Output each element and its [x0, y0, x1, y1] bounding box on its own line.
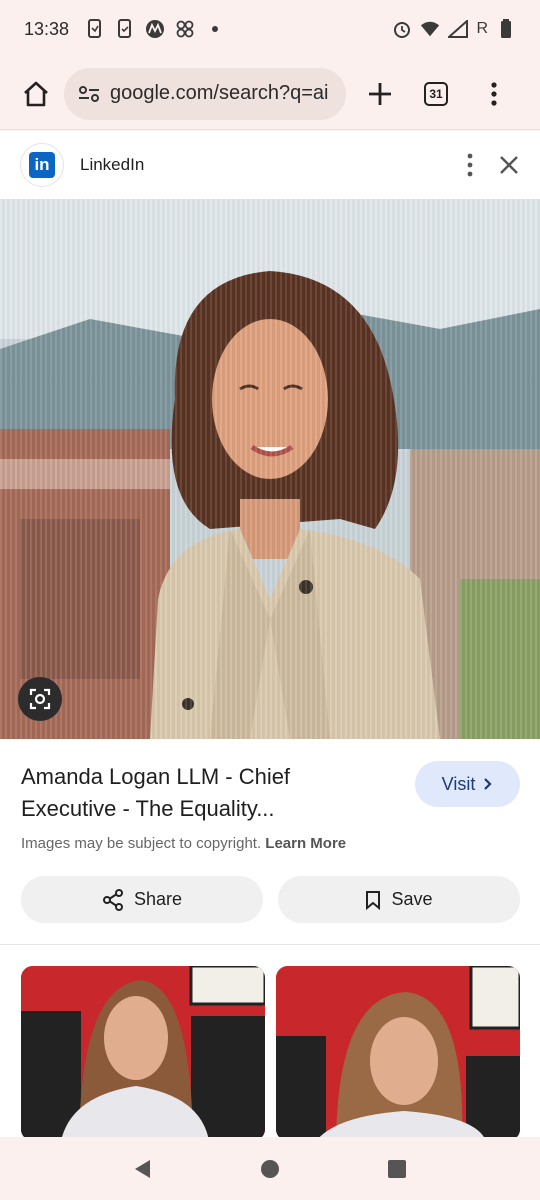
wifi-icon [420, 19, 440, 39]
phone-check-icon [115, 19, 135, 39]
browser-toolbar: google.com/search?q=ai 31 [0, 58, 540, 130]
recents-icon[interactable] [386, 1158, 408, 1180]
system-icons: R [392, 19, 516, 39]
copyright-notice: Images may be subject to copyright. Lear… [21, 835, 346, 852]
panel-actions [466, 153, 520, 177]
copyright-text: Images may be subject to copyright. [21, 835, 262, 852]
related-photo [21, 966, 265, 1141]
lens-icon [29, 688, 51, 710]
status-bar: 13:38 R [0, 0, 540, 58]
share-icon [102, 888, 123, 911]
tab-count: 31 [424, 81, 448, 106]
motorola-icon [145, 19, 165, 39]
battery-icon [496, 19, 516, 39]
image-panel-header: in LinkedIn [0, 131, 540, 199]
more-vert-icon [491, 81, 497, 106]
system-nav-bar [0, 1137, 540, 1200]
image-texture [0, 199, 540, 739]
address-bar[interactable]: google.com/search?q=ai [64, 67, 346, 120]
phone-sync-icon [85, 19, 105, 39]
carrier-label: R [476, 20, 488, 37]
new-tab-button[interactable] [358, 72, 402, 116]
share-button[interactable]: Share [21, 876, 263, 923]
plus-icon [369, 82, 391, 105]
share-label: Share [133, 889, 183, 909]
browser-menu-button[interactable] [472, 72, 516, 116]
result-info: Amanda Logan LLM - Chief Executive - The… [0, 739, 540, 945]
linkedin-logo[interactable]: in [20, 143, 64, 187]
visit-button[interactable]: Visit [415, 761, 520, 807]
site-settings-icon[interactable] [78, 84, 100, 104]
linkedin-icon: in [29, 152, 55, 178]
home-button[interactable] [14, 72, 58, 116]
back-icon[interactable] [132, 1158, 154, 1180]
pinwheel-icon [175, 19, 195, 39]
learn-more-link[interactable]: Learn More [265, 835, 346, 852]
result-title[interactable]: Amanda Logan LLM - Chief Executive - The… [21, 761, 381, 825]
save-button[interactable]: Save [278, 876, 520, 923]
home-nav-icon[interactable] [259, 1158, 281, 1180]
related-images [0, 945, 540, 1141]
home-icon [24, 81, 48, 106]
bookmark-icon [366, 890, 381, 910]
url-text: google.com/search?q=ai [110, 82, 329, 104]
chevron-right-icon [484, 778, 492, 790]
panel-more-icon[interactable] [466, 153, 474, 177]
lens-search-button[interactable] [18, 677, 62, 721]
signal-icon [448, 19, 469, 39]
close-icon[interactable] [498, 154, 520, 176]
status-time: 13:38 [24, 18, 70, 39]
related-photo [276, 966, 520, 1141]
notification-icons [85, 19, 225, 39]
result-image[interactable] [0, 199, 540, 739]
alarm-icon [392, 19, 412, 39]
visit-label: Visit [441, 773, 476, 794]
tab-switcher-button[interactable]: 31 [414, 72, 458, 116]
source-name[interactable]: LinkedIn [80, 155, 144, 175]
save-label: Save [391, 889, 433, 909]
related-image[interactable] [276, 966, 520, 1141]
dot-icon [205, 19, 225, 39]
related-image[interactable] [21, 966, 265, 1141]
